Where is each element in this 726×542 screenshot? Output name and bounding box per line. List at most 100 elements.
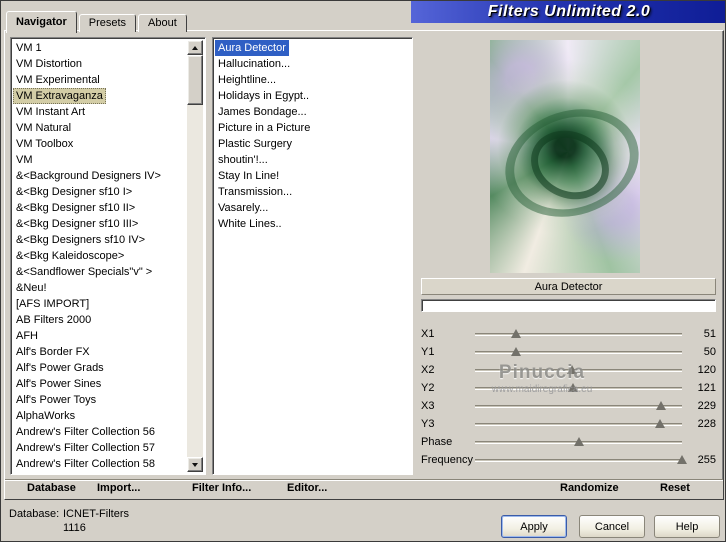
category-item[interactable]: Alf's Power Sines <box>13 376 186 392</box>
tab-bar: Navigator Presets About <box>6 10 189 33</box>
slider-thumb[interactable] <box>567 365 578 374</box>
category-item[interactable]: &<Bkg Designer sf10 I> <box>13 184 186 200</box>
category-item[interactable]: VM Distortion <box>13 56 186 72</box>
filter-item[interactable]: James Bondage... <box>215 104 411 120</box>
category-item-label: VM Experimental <box>16 74 100 86</box>
category-item[interactable]: Andrew's Filter Collection 56 <box>13 424 186 440</box>
category-item-label: Alf's Power Grads <box>16 362 104 374</box>
filter-item[interactable]: Picture in a Picture <box>215 120 411 136</box>
slider-label: X3 <box>421 400 435 412</box>
slider-label: Y3 <box>421 418 435 430</box>
slider-track[interactable] <box>475 399 682 413</box>
slider-thumb[interactable] <box>568 383 579 392</box>
filter-list[interactable]: Aura Detector Hallucination... Heightline.… <box>212 37 413 475</box>
toolbar: Database Import... Filter Info... Editor… <box>5 479 723 499</box>
category-item[interactable]: VM Extravaganza <box>13 88 186 104</box>
slider-track[interactable] <box>475 453 687 467</box>
category-item[interactable]: Andrew's Filter Collection 58 <box>13 456 186 472</box>
slider-value: 121 <box>697 382 716 394</box>
slider-row: X1 51 <box>421 325 716 343</box>
category-item[interactable]: &<Sandflower Specials"v" > <box>13 264 186 280</box>
category-item[interactable]: VM Experimental <box>13 72 186 88</box>
cancel-button[interactable]: Cancel <box>579 515 645 538</box>
slider-thumb[interactable] <box>573 437 584 446</box>
slider-thumb[interactable] <box>511 329 522 338</box>
filter-item[interactable]: Holidays in Egypt.. <box>215 88 411 104</box>
randomize-button[interactable]: Randomize <box>560 482 619 494</box>
slider-groove <box>475 423 682 426</box>
slider-label: Y1 <box>421 346 435 358</box>
filter-item[interactable]: Heightline... <box>215 72 411 88</box>
tab-about[interactable]: About <box>138 14 187 32</box>
category-item-label: VM 1 <box>16 42 42 54</box>
category-item-label: VM Natural <box>16 122 72 134</box>
apply-button[interactable]: Apply <box>501 515 567 538</box>
filter-item[interactable]: Transmission... <box>215 184 411 200</box>
help-button[interactable]: Help <box>654 515 720 538</box>
category-item[interactable]: VM Instant Art <box>13 104 186 120</box>
tab-navigator-label: Navigator <box>16 16 67 28</box>
slider-track[interactable] <box>475 363 682 377</box>
status-database-label: Database: <box>9 508 60 520</box>
slider-track[interactable] <box>475 327 682 341</box>
category-scrollbar[interactable] <box>187 40 203 472</box>
tab-presets-label: Presets <box>88 17 127 29</box>
category-item[interactable]: VM Natural <box>13 120 186 136</box>
category-item[interactable]: VM <box>13 152 186 168</box>
scroll-up-button[interactable] <box>187 40 203 55</box>
category-item[interactable]: Alf's Border FX <box>13 344 186 360</box>
slider-row: Phase <box>421 433 716 451</box>
category-item[interactable]: &<Bkg Kaleidoscope> <box>13 248 186 264</box>
scroll-down-icon <box>192 462 198 467</box>
slider-track[interactable] <box>475 435 682 449</box>
filter-item[interactable]: Hallucination... <box>215 56 411 72</box>
tab-presets[interactable]: Presets <box>78 14 137 32</box>
reset-button[interactable]: Reset <box>660 482 690 494</box>
sliders: X1 51 Y1 50 X2 120 Y2 121 X3 229 Y3 228 Phase Frequen… <box>421 325 716 469</box>
slider-track[interactable] <box>475 381 682 395</box>
filter-item[interactable]: Aura Detector <box>215 40 411 56</box>
filter-list-items: Aura Detector Hallucination... Heightline.… <box>215 40 411 232</box>
filter-item[interactable]: Vasarely... <box>215 200 411 216</box>
editor-button[interactable]: Editor... <box>287 482 327 494</box>
category-item[interactable]: AlphaWorks <box>13 408 186 424</box>
tab-navigator[interactable]: Navigator <box>6 11 77 33</box>
filter-item[interactable]: Stay In Line! <box>215 168 411 184</box>
filter-item-label: Aura Detector <box>215 40 289 56</box>
category-item-label: &<Bkg Designers sf10 IV> <box>16 234 146 246</box>
filter-item-label: Vasarely... <box>218 202 269 214</box>
filter-item[interactable]: shoutin'!... <box>215 152 411 168</box>
category-item[interactable]: VM Toolbox <box>13 136 186 152</box>
category-item[interactable]: &<Background Designers IV> <box>13 168 186 184</box>
slider-thumb[interactable] <box>677 455 687 464</box>
slider-track[interactable] <box>475 345 682 359</box>
category-item[interactable]: AFH <box>13 328 186 344</box>
slider-thumb[interactable] <box>510 347 521 356</box>
slider-thumb[interactable] <box>655 419 666 428</box>
category-item[interactable]: [AFS IMPORT] <box>13 296 186 312</box>
navigator-page: VM 1 VM Distortion VM Experimental VM Extra… <box>4 30 724 500</box>
category-item[interactable]: &<Bkg Designers sf10 IV> <box>13 232 186 248</box>
filter-item[interactable]: White Lines.. <box>215 216 411 232</box>
slider-groove <box>475 369 682 372</box>
category-item[interactable]: &Neu! <box>13 280 186 296</box>
category-item[interactable]: &<Bkg Designer sf10 III> <box>13 216 186 232</box>
import-button[interactable]: Import... <box>97 482 140 494</box>
category-item[interactable]: VM 1 <box>13 40 186 56</box>
slider-thumb[interactable] <box>655 401 666 410</box>
filter-item[interactable]: Plastic Surgery <box>215 136 411 152</box>
scroll-thumb[interactable] <box>187 55 203 105</box>
scroll-down-button[interactable] <box>187 457 203 472</box>
filter-info-button[interactable]: Filter Info... <box>192 482 251 494</box>
slider-value: 229 <box>697 400 716 412</box>
category-item-label: [AFS IMPORT] <box>16 298 90 310</box>
category-item[interactable]: Andrew's Filter Collection 57 <box>13 440 186 456</box>
category-item[interactable]: &<Bkg Designer sf10 II> <box>13 200 186 216</box>
category-item[interactable]: Alf's Power Toys <box>13 392 186 408</box>
database-button[interactable]: Database <box>27 482 76 494</box>
category-list[interactable]: VM 1 VM Distortion VM Experimental VM Extra… <box>10 37 206 475</box>
slider-track[interactable] <box>475 417 682 431</box>
category-item[interactable]: AB Filters 2000 <box>13 312 186 328</box>
category-item[interactable]: Alf's Power Grads <box>13 360 186 376</box>
category-item-label: &Neu! <box>16 282 47 294</box>
